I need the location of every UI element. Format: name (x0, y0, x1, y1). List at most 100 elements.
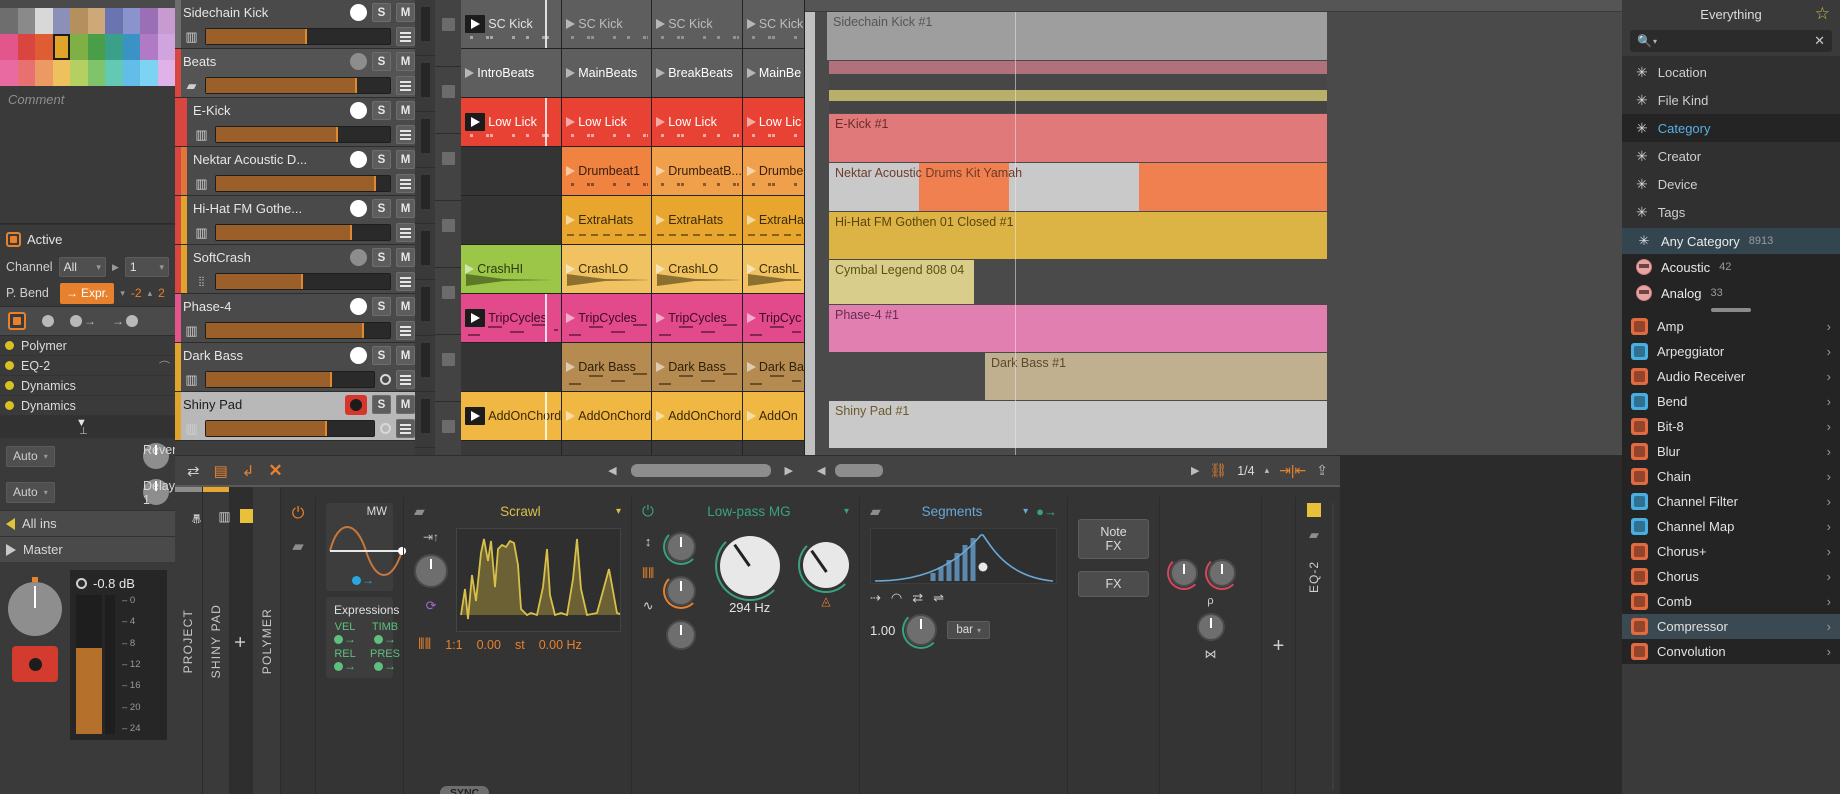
track-name[interactable]: SoftCrash (193, 250, 345, 265)
segments-value[interactable]: 1.00 (870, 623, 895, 638)
segments-icon-4[interactable]: ⇌ (933, 590, 944, 606)
arranger-clip[interactable]: Shiny Pad #1 (829, 401, 1327, 448)
snap-icon[interactable]: ⇥|⇤ (1279, 462, 1306, 479)
volume-slider[interactable] (215, 273, 391, 290)
close-icon[interactable]: ✕ (268, 461, 282, 481)
track-name[interactable]: Beats (183, 54, 345, 69)
clip-slot[interactable]: ExtraHats (652, 196, 742, 245)
clip-slot[interactable]: Low Lic (742, 98, 804, 147)
clip-play-icon[interactable] (746, 166, 756, 176)
chevron-down-icon-3[interactable]: ▾ (120, 288, 125, 299)
browser-device-channel-filter[interactable]: Channel Filter › (1622, 489, 1840, 514)
mute-button[interactable]: M (396, 395, 415, 414)
track-color-strip[interactable] (175, 343, 181, 391)
stop-clip-button[interactable] (435, 353, 462, 402)
track-header[interactable]: Hi-Hat FM Gothe... S M ▥ (175, 196, 415, 245)
browser-category-acoustic[interactable]: Acoustic 42 (1622, 254, 1840, 280)
add-device-slot[interactable]: + (230, 487, 255, 794)
inspector-device-row[interactable]: Dynamics (0, 396, 175, 416)
solo-button[interactable]: S (372, 150, 391, 169)
expression-vel[interactable]: VEL → (334, 621, 356, 645)
chevron-up-icon[interactable]: ▴ (148, 288, 153, 299)
clip-play-icon[interactable] (746, 411, 756, 421)
send-amount-knob[interactable]: Reverb (143, 443, 183, 469)
solo-button[interactable]: S (372, 346, 391, 365)
browser-device-convolution[interactable]: Convolution › (1622, 639, 1840, 664)
tab-polymer[interactable]: POLYMER (253, 487, 282, 794)
color-swatch[interactable] (70, 34, 88, 60)
track-header[interactable]: Shiny Pad S M ▥ (175, 392, 415, 441)
mute-button[interactable]: M (396, 101, 415, 120)
chevron-right-icon[interactable]: › (1827, 494, 1831, 509)
volume-slider[interactable] (205, 322, 391, 339)
scrawl-amount-knob[interactable] (414, 554, 449, 588)
clip-slot[interactable]: SC Kick (562, 0, 652, 49)
record-arm-button[interactable] (350, 53, 367, 70)
chevron-right-icon[interactable]: › (1827, 419, 1831, 434)
channel-number-select[interactable]: 1 ▾ (124, 257, 169, 277)
track-color-strip-2[interactable] (181, 196, 187, 244)
clip-slot[interactable]: TripCycles (461, 294, 562, 343)
mod-knob-1[interactable] (1167, 556, 1202, 590)
clip-play-icon[interactable] (746, 117, 756, 127)
segments-icon-1[interactable]: ⇢ (870, 590, 881, 606)
output-row[interactable]: Master (0, 536, 175, 562)
track-menu-button[interactable] (396, 419, 415, 438)
track-menu-button[interactable] (396, 27, 415, 46)
clip-slot[interactable]: TripCycles (562, 294, 652, 343)
clip-slot[interactable]: Low Lick (562, 98, 652, 147)
filter-lfo-knob[interactable] (666, 620, 697, 650)
chevron-right-icon[interactable]: › (1827, 644, 1831, 659)
color-swatch[interactable] (122, 34, 140, 60)
record-arm-button[interactable] (350, 102, 367, 119)
clip-slot[interactable]: CrashL (742, 245, 804, 294)
color-swatch[interactable] (35, 8, 53, 34)
clip-play-icon[interactable] (656, 68, 666, 78)
browser-filter-device[interactable]: ✳ Device (1622, 170, 1840, 198)
browser-device-amp[interactable]: Amp › (1622, 314, 1840, 339)
empty-clip-slot[interactable] (461, 147, 562, 196)
record-button[interactable] (12, 646, 58, 682)
clip-slot[interactable]: IntroBeats (461, 49, 562, 98)
clip-play-icon[interactable] (746, 362, 756, 372)
browser-device-bit-8[interactable]: Bit-8 › (1622, 414, 1840, 439)
horizontal-scrollbar-launcher[interactable] (630, 464, 771, 477)
arr-scroll-left-icon[interactable]: ◀ (817, 464, 825, 477)
segments-envelope-display[interactable] (870, 528, 1058, 584)
browser-device-chain[interactable]: Chain › (1622, 464, 1840, 489)
eq-add-slot[interactable]: + (1261, 497, 1295, 794)
browser-device-comb[interactable]: Comb › (1622, 589, 1840, 614)
color-swatch[interactable] (157, 60, 175, 86)
scrawl-rate[interactable]: 0.00 Hz (539, 638, 582, 652)
filter-chevron-icon[interactable]: ▾ (844, 506, 849, 517)
filter-resonance-knob[interactable] (798, 537, 855, 593)
color-swatch[interactable] (157, 8, 175, 34)
send-amount-knob[interactable]: Delay-1 (143, 479, 179, 507)
clip-play-icon[interactable] (656, 19, 666, 29)
scrawl-title[interactable]: Scrawl (433, 504, 608, 519)
launcher-stop-column[interactable] (435, 0, 462, 455)
horizontal-scrollbar-arranger[interactable] (835, 464, 884, 477)
filter-env-knob[interactable] (663, 529, 700, 565)
clip-play-icon[interactable] (465, 68, 475, 78)
input-row[interactable]: All ins (0, 510, 175, 536)
scrawl-trigger-icon[interactable]: ⇥↑ (423, 530, 439, 544)
clip-slot[interactable]: Dark Bass (562, 343, 652, 392)
eq-curve-display[interactable]: 201001k (1332, 503, 1335, 790)
browser-device-audio-receiver[interactable]: Audio Receiver › (1622, 364, 1840, 389)
eq-folder-icon[interactable]: ▰ (1309, 527, 1319, 543)
color-swatch[interactable] (87, 34, 105, 60)
arranger-clip[interactable] (829, 74, 1327, 90)
mod-knob-icon[interactable] (42, 315, 54, 327)
pbend-expr-button[interactable]: → Expr. (60, 282, 115, 304)
empty-clip-slot[interactable] (461, 196, 562, 245)
track-color-strip[interactable] (175, 392, 181, 440)
filter-phase-icon[interactable]: ⦀⦀ (642, 565, 654, 582)
clip-play-icon[interactable] (656, 411, 666, 421)
mute-button[interactable]: M (396, 199, 415, 218)
expression-pres[interactable]: PRES → (370, 648, 400, 672)
clip-slot[interactable]: Dark Ba (742, 343, 804, 392)
color-swatch[interactable] (105, 34, 123, 60)
segments-folder-icon[interactable]: ▰ (870, 503, 881, 520)
color-swatch[interactable] (140, 8, 158, 34)
